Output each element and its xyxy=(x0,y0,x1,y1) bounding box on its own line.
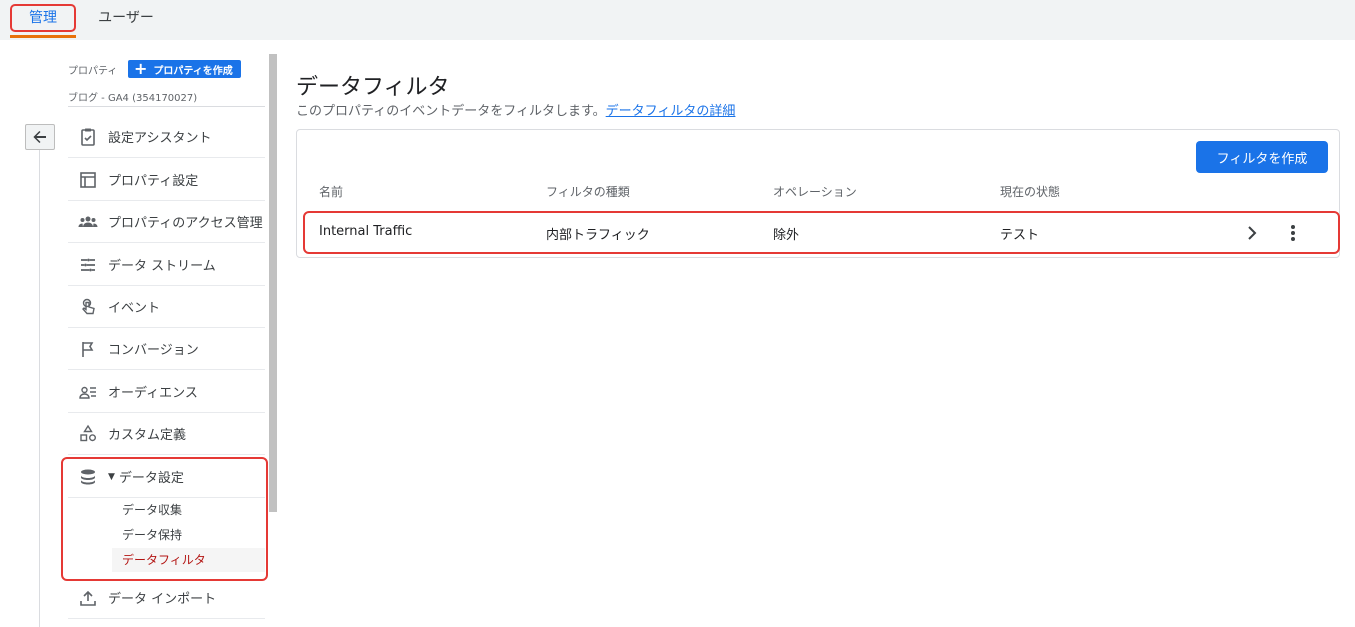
learn-more-link[interactable]: データフィルタの詳細 xyxy=(606,104,736,119)
sidebar-item-label: プロパティのアクセス管理 xyxy=(108,216,263,231)
layout-icon xyxy=(68,169,108,191)
column-header-type: フィルタの種類 xyxy=(546,185,630,199)
sidebar-item-events[interactable]: イベント xyxy=(68,286,265,328)
sidebar-item-property-settings[interactable]: プロパティ設定 xyxy=(68,159,265,201)
arrow-left-icon xyxy=(33,131,46,143)
clipboard-check-icon xyxy=(68,126,108,148)
sidebar-item-custom-definitions[interactable]: カスタム定義 xyxy=(68,413,265,455)
cell-type: 内部トラフィック xyxy=(546,228,650,243)
page-title: データフィルタ xyxy=(296,75,450,100)
create-property-button[interactable]: + プロパティを作成 xyxy=(128,60,241,78)
sidebar-item-setup-assistant[interactable]: 設定アシスタント xyxy=(68,116,265,158)
sidebar-scrollbar[interactable] xyxy=(269,54,277,512)
cell-state: テスト xyxy=(1000,228,1040,243)
sidebar-item-conversions[interactable]: コンバージョン xyxy=(68,328,265,370)
description-text: このプロパティのイベントデータをフィルタします。 xyxy=(296,104,606,119)
sidebar-item-label: コンバージョン xyxy=(108,343,199,358)
cell-name: Internal Traffic xyxy=(319,224,413,239)
sidebar-item-label: データ ストリーム xyxy=(108,259,216,274)
column-header-name: 名前 xyxy=(319,185,344,199)
sidebar-subitem-data-filters[interactable]: データフィルタ xyxy=(112,548,265,572)
sidebar-subitem-data-retention[interactable]: データ保持 xyxy=(116,523,265,547)
more-vert-icon[interactable] xyxy=(1283,222,1303,244)
sidebar-item-audiences[interactable]: オーディエンス xyxy=(68,371,265,413)
sidebar-item-label: プロパティ設定 xyxy=(108,174,199,189)
upload-icon xyxy=(68,587,108,609)
property-selector[interactable]: ブログ - GA4 (354170027) xyxy=(68,89,197,104)
tab-admin-label: 管理 xyxy=(29,10,57,26)
property-label: プロパティ xyxy=(68,65,118,77)
property-row: プロパティ + プロパティを作成 xyxy=(68,59,265,79)
back-button[interactable] xyxy=(25,124,55,150)
sidebar-item-label: イベント xyxy=(108,301,161,316)
sidebar: プロパティ + プロパティを作成 ブログ - GA4 (354170027) 設… xyxy=(68,40,265,627)
sidebar-divider xyxy=(68,106,265,107)
sidebar-item-label: 設定アシスタント xyxy=(108,131,212,146)
sidebar-item-label: カスタム定義 xyxy=(108,428,187,443)
nav-divider-line xyxy=(39,150,40,627)
streams-icon xyxy=(68,254,108,276)
sidebar-item-access-management[interactable]: プロパティのアクセス管理 xyxy=(68,201,265,243)
caret-down-icon: ▼ xyxy=(108,471,115,482)
shapes-icon xyxy=(68,423,108,445)
chevron-right-icon[interactable] xyxy=(1242,222,1262,244)
filters-card: フィルタを作成 名前 フィルタの種類 オペレーション 現在の状態 Interna… xyxy=(296,129,1340,258)
column-header-state: 現在の状態 xyxy=(1000,185,1061,199)
sidebar-item-label: オーディエンス xyxy=(108,386,198,401)
plus-icon: + xyxy=(134,59,148,78)
sidebar-item-data-import[interactable]: データ インポート xyxy=(68,577,265,619)
cell-operation: 除外 xyxy=(773,228,800,243)
flag-icon xyxy=(68,338,108,360)
tab-user-label: ユーザー xyxy=(98,10,154,26)
touch-icon xyxy=(68,296,108,318)
page-description: このプロパティのイベントデータをフィルタします。データフィルタの詳細 xyxy=(296,100,735,119)
sidebar-subitem-data-collection[interactable]: データ収集 xyxy=(116,498,265,522)
sidebar-item-data-settings[interactable]: ▼ データ設定 xyxy=(68,456,265,498)
main-content: データフィルタ このプロパティのイベントデータをフィルタします。データフィルタの… xyxy=(296,40,1355,627)
tab-admin[interactable]: 管理 xyxy=(10,0,76,38)
sidebar-item-data-streams[interactable]: データ ストリーム xyxy=(68,244,265,286)
create-property-label: プロパティを作成 xyxy=(153,65,233,77)
top-tab-bar: 管理 ユーザー xyxy=(0,0,1355,40)
sidebar-item-label: データ設定 xyxy=(118,471,184,486)
table-row[interactable]: Internal Traffic 内部トラフィック 除外 テスト xyxy=(303,211,1340,254)
tab-user[interactable]: ユーザー xyxy=(96,0,156,38)
people-icon xyxy=(68,211,108,233)
database-icon xyxy=(68,466,108,488)
create-filter-button[interactable]: フィルタを作成 xyxy=(1196,141,1328,173)
audience-icon xyxy=(68,381,108,403)
column-header-operation: オペレーション xyxy=(773,185,857,199)
sidebar-item-label: データ インポート xyxy=(108,592,217,607)
